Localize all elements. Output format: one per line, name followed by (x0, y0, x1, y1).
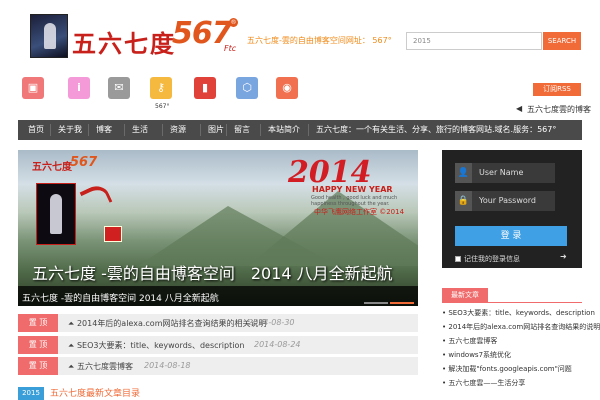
banner-logo: 五六七度 (32, 162, 72, 173)
nav-separator (124, 124, 125, 136)
main-nav: 首页 关于我 博客 生活 资源 图片 留言 本站简介 五六七度：一个有关生活、分享、旅行的博客网… (18, 120, 582, 140)
nav-separator (162, 124, 163, 136)
slide-dot-active[interactable] (390, 302, 414, 304)
logo-ftc: Ftc (224, 44, 237, 53)
nav-separator (308, 124, 309, 136)
bookmark-icon[interactable]: ▣ (22, 77, 44, 99)
banner-caption: 五六七度 -雲的自由博客空间 2014 八月全新起航 (32, 264, 393, 283)
logo-registered-mark: ® (229, 18, 238, 27)
mail-icon[interactable]: ✉ (108, 77, 130, 99)
nav-item[interactable]: 生活 (132, 120, 148, 140)
username-placeholder: User Name (479, 168, 524, 177)
pinned-icon: ⏶ (68, 319, 77, 328)
remember-me[interactable]: 记住我的登录信息 (455, 254, 520, 264)
ribbon-icon[interactable]: ▮ (194, 77, 216, 99)
pinned-icon: ⏶ (68, 362, 77, 371)
sidebar-link-text[interactable]: 2014年后的alexa.com网站排名查询结果的说明 (448, 323, 600, 331)
nav-separator (200, 124, 201, 136)
nav-item[interactable]: 本站简介 (268, 120, 300, 140)
pinned-icon: ⏶ (68, 341, 77, 350)
rss-button[interactable]: 订阅RSS (533, 83, 581, 96)
sidebar-link[interactable]: • 五六七度雲——生活分享 (442, 378, 525, 388)
news-title[interactable]: ⏶ SEO3大要素：title、keywords、description (68, 340, 244, 351)
sidebar-link[interactable]: • 2014年后的alexa.com网站排名查询结果的说明 (442, 322, 600, 332)
sidebar-link-text[interactable]: 五六七度雲——生活分享 (448, 379, 525, 387)
sidebar-link[interactable]: • 解决加载"fonts.googleapis.com"问题 (442, 364, 572, 374)
shield-icon[interactable]: ⬡ (236, 77, 258, 99)
remember-label: 记住我的登录信息 (464, 255, 520, 263)
info-icon[interactable]: i (68, 77, 90, 99)
nav-item[interactable]: 图片 (208, 120, 224, 140)
news-title-text[interactable]: SEO3大要素：title、keywords、description (77, 341, 244, 350)
sidebar-tab-underline (442, 302, 582, 303)
banner-new-year: HAPPY NEW YEAR (312, 185, 393, 194)
sidebar-link[interactable]: • windows7系统优化 (442, 350, 511, 360)
nav-item[interactable]: 博客 (96, 120, 112, 140)
sidebar-tab-latest[interactable]: 最新文章 (442, 288, 488, 303)
logo-text[interactable]: 五六七度 (72, 24, 176, 59)
news-row[interactable]: 置 顶 ⏶ 2014年后的alexa.com网站排名查询结果的相关说明 2014-0… (18, 314, 418, 332)
nav-item[interactable]: 资源 (170, 120, 186, 140)
banner-title-bar[interactable]: 五六七度 -雲的自由博客空间 2014 八月全新起航 (18, 286, 418, 306)
slide-dot[interactable] (364, 302, 388, 304)
banner-logo-number: 567 (70, 155, 98, 170)
sidebar-link[interactable]: • 五六七度雲博客 (442, 336, 497, 346)
remember-checkbox[interactable] (455, 256, 461, 262)
sidebar-link-text[interactable]: windows7系统优化 (448, 351, 511, 359)
username-field[interactable]: 👤 User Name (455, 163, 555, 183)
site-tagline: 五六七度-雲的自由博客空间网址： 567° (247, 36, 392, 45)
news-date: 2014-08-30 (248, 318, 295, 327)
nav-separator (226, 124, 227, 136)
user-icon: 👤 (455, 163, 472, 183)
nav-separator (88, 124, 89, 136)
key-icon[interactable]: ⚷ (150, 77, 172, 99)
banner-studio-text: 中华飞鹰网络工作室 ©2014 (314, 208, 405, 216)
banner-seal (104, 226, 122, 242)
password-placeholder: Your Password (479, 196, 536, 205)
nav-item[interactable]: 五六七度：一个有关生活、分享、旅行的博客网站.域名.服务：567° (316, 120, 556, 140)
register-icon[interactable]: ➜ (560, 252, 567, 261)
nav-separator (50, 124, 51, 136)
logo-number[interactable]: 567 (172, 16, 233, 51)
announcement-text: 五六七度雲的博客 (527, 105, 591, 114)
year-badge: 2015 (18, 387, 44, 400)
nav-separator (260, 124, 261, 136)
weibo-icon[interactable]: ◉ (276, 77, 298, 99)
pinned-tag: 置 顶 (18, 336, 58, 354)
banner-dragon-graphic (79, 181, 113, 213)
news-row[interactable]: 置 顶 ⏶ 五六七度雲博客 2014-08-18 (18, 357, 418, 375)
logo-image[interactable] (30, 14, 68, 58)
featured-banner[interactable]: 五六七度 567 2014 HAPPY NEW YEAR Good health… (18, 150, 418, 306)
banner-greeting: Good health , good luck and much happine… (311, 195, 398, 207)
news-date: 2014-08-18 (144, 361, 191, 370)
banner-portrait (36, 183, 76, 245)
nav-item[interactable]: 关于我 (58, 120, 82, 140)
news-title[interactable]: ⏶ 五六七度雲博客 (68, 361, 133, 372)
sidebar-link-text[interactable]: 解决加载"fonts.googleapis.com"问题 (448, 365, 571, 373)
pinned-tag: 置 顶 (18, 357, 58, 375)
pinned-tag: 置 顶 (18, 314, 58, 332)
sidebar-link-text[interactable]: SEO3大要素：title、keywords、description (448, 309, 595, 317)
news-title-text[interactable]: 2014年后的alexa.com网站排名查询结果的相关说明 (77, 319, 267, 328)
news-title-text[interactable]: 五六七度雲博客 (77, 362, 133, 371)
sidebar-link[interactable]: • SEO3大要素：title、keywords、description (442, 308, 595, 318)
lock-icon: 🔒 (455, 191, 472, 211)
icon-label: 567° (155, 103, 170, 110)
search-button[interactable]: SEARCH (543, 32, 581, 50)
nav-item[interactable]: 留言 (234, 120, 250, 140)
news-row[interactable]: 置 顶 ⏶ SEO3大要素：title、keywords、description 2… (18, 336, 418, 354)
banner-title[interactable]: 五六七度 -雲的自由博客空间 2014 八月全新起航 (22, 291, 219, 304)
news-date: 2014-08-24 (254, 340, 301, 349)
sidebar-link-text[interactable]: 五六七度雲博客 (448, 337, 497, 345)
nav-item[interactable]: 首页 (28, 120, 44, 140)
news-title[interactable]: ⏶ 2014年后的alexa.com网站排名查询结果的相关说明 (68, 318, 266, 329)
search-input[interactable]: 2015 (406, 32, 542, 50)
megaphone-icon: ◀ (516, 104, 523, 113)
password-field[interactable]: 🔒 Your Password (455, 191, 555, 211)
login-button[interactable]: 登 录 (455, 226, 567, 246)
section-heading[interactable]: 五六七度最新文章目录 (50, 386, 140, 399)
